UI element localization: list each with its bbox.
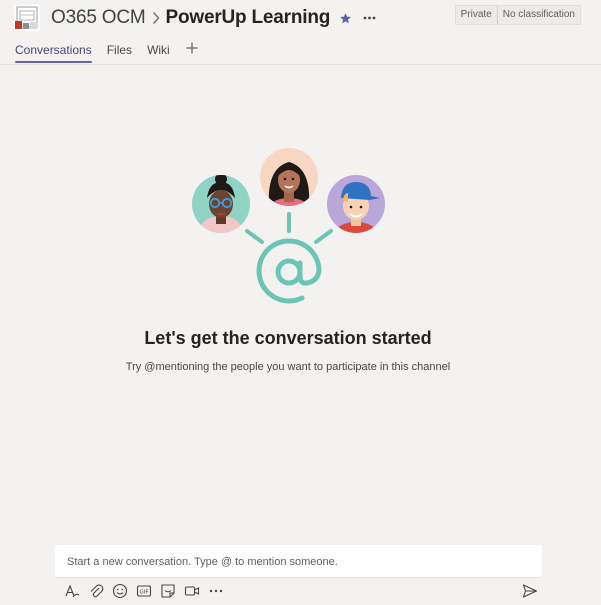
svg-text:GIF: GIF [139, 590, 148, 596]
tab-conversations[interactable]: Conversations [15, 40, 92, 63]
gif-icon[interactable]: GIF [136, 583, 152, 599]
channel-more-options-icon[interactable] [363, 16, 376, 20]
avatar-glasses-person [192, 175, 250, 233]
compose-toolbar: GIF [64, 583, 232, 599]
avatar-long-hair-person [260, 148, 318, 206]
more-options-icon[interactable] [208, 583, 224, 599]
classification-badge: No classification [496, 6, 580, 24]
add-tab-plus-icon[interactable] [186, 42, 198, 54]
channel-tabs: Conversations Files Wiki [15, 40, 198, 63]
channel-title: O365 OCM PowerUp Learning [51, 5, 376, 31]
channel-badges: Private No classification [454, 5, 581, 25]
team-logo[interactable] [14, 5, 40, 31]
team-name[interactable]: O365 OCM [51, 7, 146, 29]
channel-name: PowerUp Learning [165, 7, 331, 28]
privacy-badge: Private [460, 9, 492, 20]
attach-icon[interactable] [88, 583, 104, 599]
tab-wiki[interactable]: Wiki [147, 40, 170, 60]
format-icon[interactable] [64, 583, 80, 599]
at-mention-icon [256, 238, 322, 304]
send-icon[interactable] [522, 583, 538, 599]
sticker-icon[interactable] [160, 583, 176, 599]
avatar-cap-person [327, 175, 385, 233]
empty-state-headline: Let's get the conversation started [144, 328, 432, 348]
conversation-illustration [192, 148, 385, 304]
channel-header: O365 OCM PowerUp Learning Private No cla… [0, 0, 601, 65]
compose-box[interactable] [55, 545, 542, 578]
new-conversation-input[interactable] [55, 545, 542, 578]
emoji-icon[interactable] [112, 583, 128, 599]
favorite-star-icon[interactable] [339, 12, 352, 25]
meet-now-icon[interactable] [184, 583, 200, 599]
tab-files[interactable]: Files [107, 40, 132, 60]
chevron-right-icon [146, 11, 166, 25]
empty-state-subtext: Try @mentioning the people you want to p… [125, 361, 451, 373]
